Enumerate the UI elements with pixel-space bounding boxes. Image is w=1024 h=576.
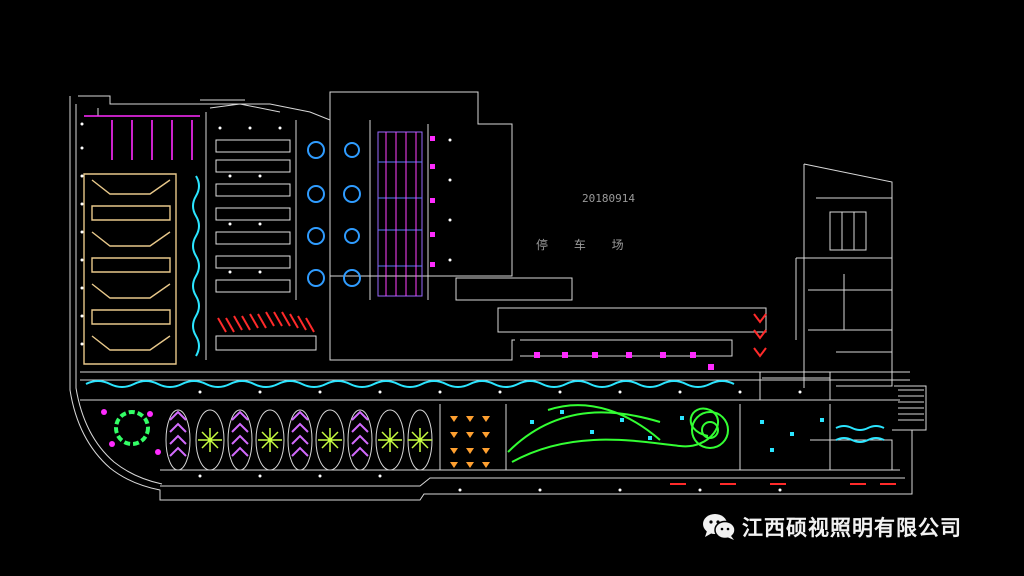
drawing-date-code: 20180914 <box>582 192 635 205</box>
parking-area-label: 停 车 场 <box>536 238 635 252</box>
magenta-corner-lights <box>101 409 161 455</box>
watermark: 江西硕视照明有限公司 <box>702 512 962 542</box>
green-ring-fixture <box>114 410 150 446</box>
magenta-square-fixtures <box>430 136 714 370</box>
blue-grid-panel <box>377 131 423 297</box>
company-name: 江西硕视照明有限公司 <box>742 516 962 540</box>
red-strip-lights <box>217 311 896 485</box>
green-swirl-strips <box>507 404 729 463</box>
wechat-icon <box>703 514 736 540</box>
orange-spot-fixtures <box>450 416 490 468</box>
display-cabinets <box>215 139 317 351</box>
building-walls <box>69 91 927 501</box>
blue-ring-fixtures <box>307 141 361 287</box>
tan-shelving-units <box>83 173 177 365</box>
magenta-track-lights <box>84 115 200 160</box>
floor-plan-drawing <box>69 91 927 501</box>
